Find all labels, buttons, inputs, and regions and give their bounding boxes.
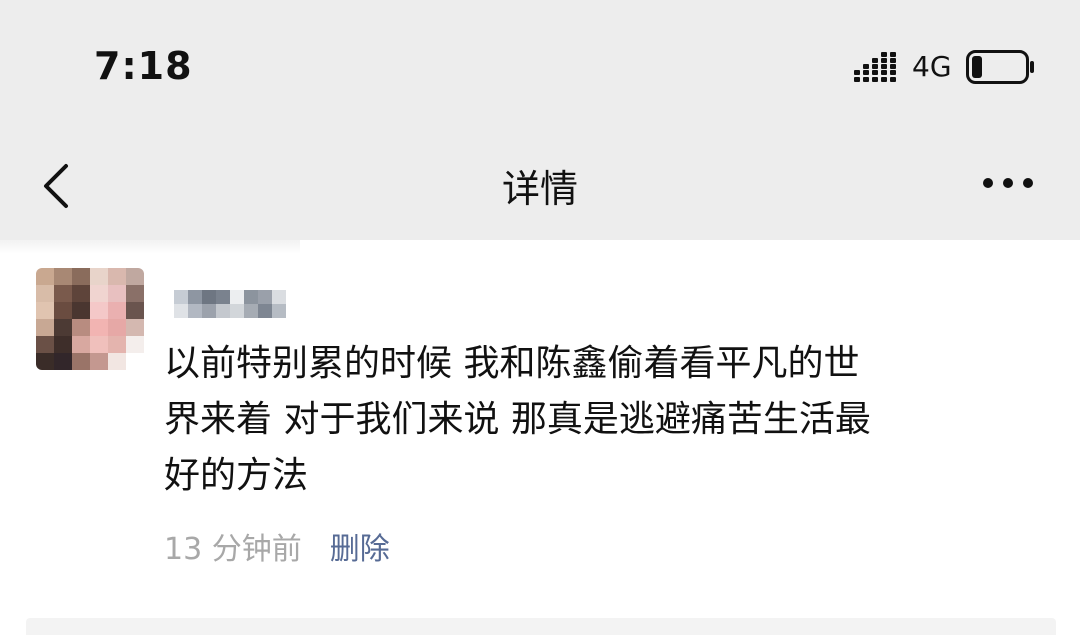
- blurred-edge: [0, 240, 300, 254]
- battery-low-icon: [966, 50, 1034, 84]
- avatar[interactable]: [36, 268, 144, 370]
- delete-button[interactable]: 删除: [330, 532, 390, 567]
- moments-detail-screen: 7:18 4G 详情 以前特别累的时候 我和陈鑫偷着看平凡的世 界来着 对于我们…: [0, 0, 1080, 635]
- username-pixelated[interactable]: [166, 286, 290, 324]
- nav-bar: 详情: [0, 128, 1080, 240]
- status-time: 7:18: [94, 44, 193, 88]
- comment-area-edge: [26, 618, 1056, 635]
- network-type: 4G: [912, 50, 952, 83]
- page-title: 详情: [501, 167, 578, 211]
- more-horizontal-icon[interactable]: [980, 168, 1036, 198]
- cellular-signal-icon: [854, 52, 896, 82]
- post-meta: 13 分钟前 删除: [164, 530, 390, 570]
- post-timestamp: 13 分钟前: [164, 532, 302, 567]
- post-text: 以前特别累的时候 我和陈鑫偷着看平凡的世 界来着 对于我们来说 那真是逃避痛苦生…: [164, 343, 871, 496]
- post-detail: 以前特别累的时候 我和陈鑫偷着看平凡的世 界来着 对于我们来说 那真是逃避痛苦生…: [0, 240, 1080, 635]
- status-bar: 7:18 4G: [0, 0, 1080, 128]
- battery-fill: [972, 56, 982, 78]
